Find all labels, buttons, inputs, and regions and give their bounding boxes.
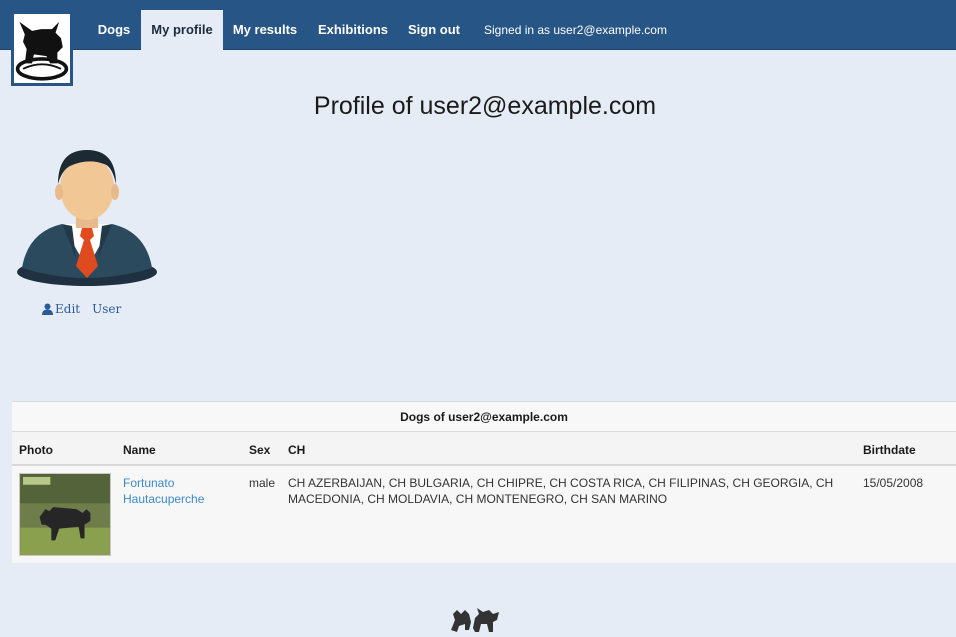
dog-photo[interactable] <box>19 473 111 556</box>
dogs-table-panel: Dogs of user2@example.com Photo Name Sex… <box>12 401 956 563</box>
dog-name-line[interactable]: Fortunato <box>123 475 204 491</box>
bulldog-logo-icon[interactable] <box>11 11 73 86</box>
col-birthdate: Birthdate <box>863 443 916 457</box>
dog-championships: CH AZERBAIJAN, CH BULGARIA, CH CHIPRE, C… <box>288 475 833 507</box>
dog-name-link[interactable]: Fortunato Hautacuperche <box>123 475 204 507</box>
dog-sex: male <box>249 476 276 490</box>
ch-line: MACEDONIA, CH MOLDAVIA, CH MONTENEGRO, C… <box>288 492 668 506</box>
top-navbar: Dogs My profile My results Exhibitions S… <box>0 0 956 50</box>
nav-my-profile[interactable]: My profile <box>141 10 223 50</box>
dog-birthdate: 15/05/2008 <box>863 476 924 490</box>
nav-dogs[interactable]: Dogs <box>90 10 138 50</box>
user-avatar-icon <box>14 140 160 290</box>
page-title: Profile of user2@example.com <box>313 92 657 120</box>
ch-line: CH AZERBAIJAN, CH BULGARIA, CH CHIPRE, C… <box>288 476 834 490</box>
two-bulldogs-icon <box>449 604 501 634</box>
dogs-table-heading: Dogs of user2@example.com <box>12 401 956 432</box>
nav-exhibitions[interactable]: Exhibitions <box>311 10 395 50</box>
signed-in-status: Signed in as user2@example.com <box>484 23 667 37</box>
table-header-row: Photo Name Sex CH Birthdate <box>12 432 956 466</box>
edit-label[interactable]: Edit <box>55 302 80 316</box>
col-name: Name <box>123 443 156 457</box>
user-label[interactable]: User <box>92 302 121 316</box>
edit-user-link[interactable]: Edit User <box>42 302 121 316</box>
col-photo: Photo <box>19 443 53 457</box>
dog-name-line[interactable]: Hautacuperche <box>123 491 204 507</box>
nav-my-results[interactable]: My results <box>227 10 303 50</box>
col-ch: CH <box>288 443 306 457</box>
nav-sign-out[interactable]: Sign out <box>402 10 466 50</box>
table-row: Fortunato Hautacuperche male CH AZERBAIJ… <box>12 466 956 561</box>
user-icon <box>42 303 53 315</box>
col-sex: Sex <box>249 443 271 457</box>
